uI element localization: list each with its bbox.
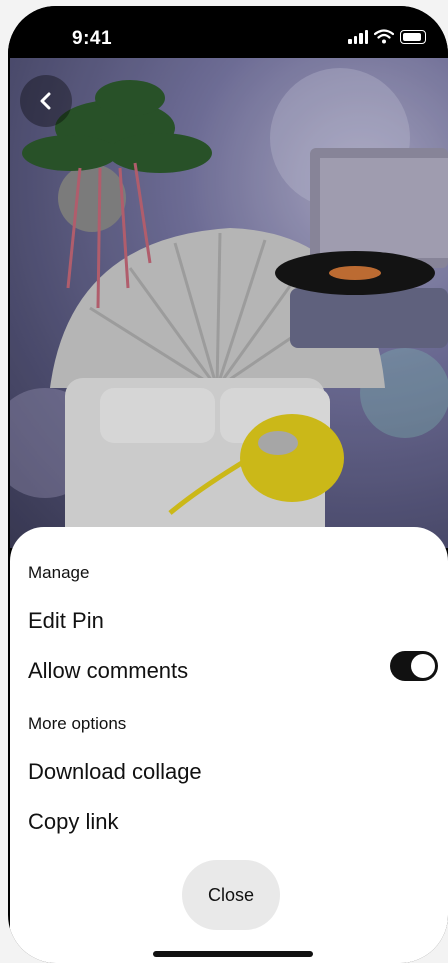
battery-icon [400, 29, 426, 44]
close-button[interactable]: Close [182, 860, 280, 930]
collage-artwork [10, 58, 448, 548]
phone-screen: 9:41 Manage Edit Pin Allow comments More… [8, 6, 448, 963]
signal-icon [348, 29, 368, 44]
section-manage-heading: Manage [28, 563, 90, 582]
status-bar: 9:41 [8, 6, 448, 58]
home-indicator [153, 951, 313, 957]
status-icons [348, 29, 426, 44]
allow-comments-toggle[interactable] [390, 651, 438, 681]
wifi-icon [374, 29, 394, 44]
chevron-left-icon [40, 92, 51, 110]
copy-link-option[interactable]: Copy link [28, 809, 118, 835]
options-bottom-sheet: Manage Edit Pin Allow comments More opti… [10, 527, 448, 963]
device-frame: 9:41 Manage Edit Pin Allow comments More… [0, 0, 448, 963]
download-collage-option[interactable]: Download collage [28, 759, 202, 785]
pin-collage-image [10, 58, 448, 548]
toggle-knob [411, 654, 435, 678]
back-button[interactable] [20, 75, 72, 127]
status-time: 9:41 [72, 28, 113, 49]
edit-pin-option[interactable]: Edit Pin [28, 608, 104, 634]
allow-comments-label: Allow comments [28, 658, 189, 683]
section-more-options-heading: More options [28, 714, 127, 733]
